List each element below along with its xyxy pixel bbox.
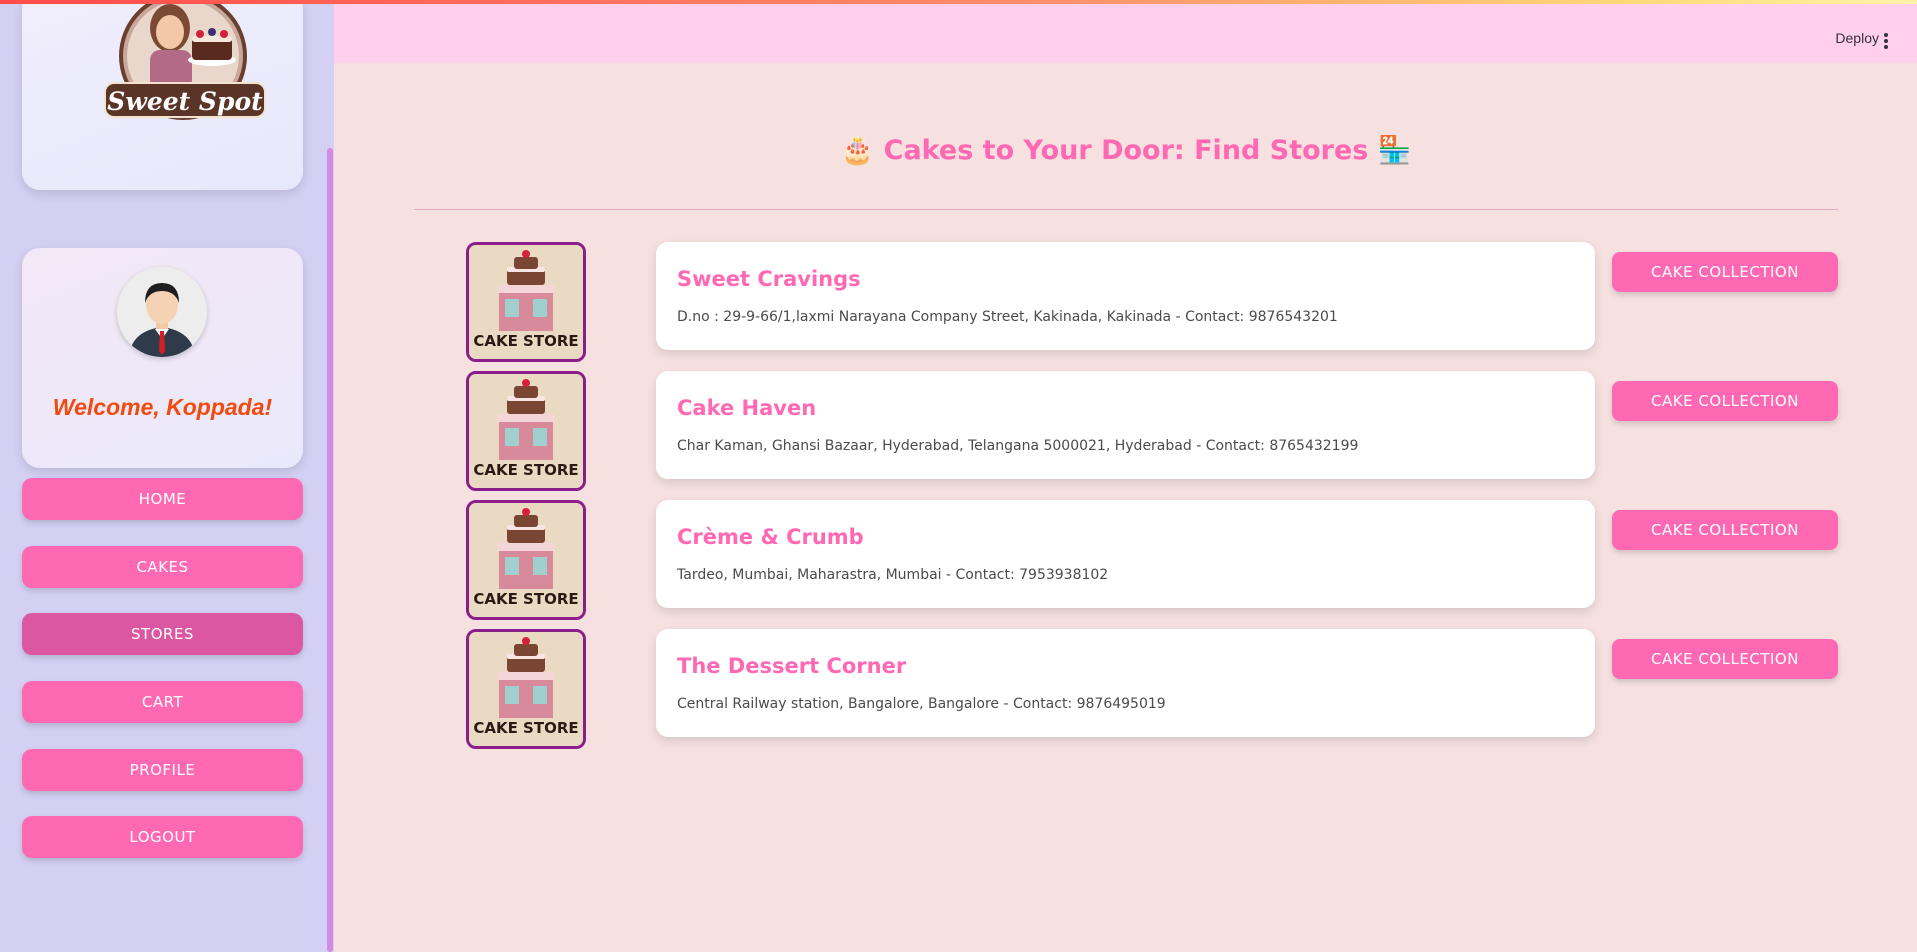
store-card: The Dessert Corner Central Railway stati… xyxy=(656,629,1595,737)
store-card: Cake Haven Char Kaman, Ghansi Bazaar, Hy… xyxy=(656,371,1595,479)
logo-text: Sweet Spot xyxy=(104,82,266,118)
cake-collection-button[interactable]: CAKE COLLECTION xyxy=(1612,381,1838,421)
store-badge-text: CAKE STORE xyxy=(473,590,578,608)
store-name: The Dessert Corner xyxy=(677,654,907,678)
store-address: D.no : 29-9-66/1,laxmi Narayana Company … xyxy=(677,309,1338,325)
page-title: 🎂 Cakes to Your Door: Find Stores 🏪 xyxy=(840,135,1412,166)
store-name: Crème & Crumb xyxy=(677,525,864,549)
store-badge-text: CAKE STORE xyxy=(473,332,578,350)
cake-collection-button[interactable]: CAKE COLLECTION xyxy=(1612,639,1838,679)
store-row: CAKE STORE Cake Haven Char Kaman, Ghansi… xyxy=(0,371,1917,491)
kebab-menu-icon[interactable] xyxy=(1884,33,1888,49)
cake-collection-button[interactable]: CAKE COLLECTION xyxy=(1612,510,1838,550)
cake-store-image: CAKE STORE xyxy=(466,371,586,491)
store-row: CAKE STORE Sweet Cravings D.no : 29-9-66… xyxy=(0,242,1917,362)
store-address: Char Kaman, Ghansi Bazaar, Hyderabad, Te… xyxy=(677,438,1359,454)
cake-store-image: CAKE STORE xyxy=(466,629,586,749)
cake-store-icon: CAKE STORE xyxy=(469,632,583,746)
store-address: Tardeo, Mumbai, Maharastra, Mumbai - Con… xyxy=(677,567,1109,583)
nav-logout-button[interactable]: LOGOUT xyxy=(22,816,303,858)
store-row: CAKE STORE The Dessert Corner Central Ra… xyxy=(0,629,1917,749)
store-address: Central Railway station, Bangalore, Bang… xyxy=(677,696,1166,712)
deploy-button[interactable]: Deploy xyxy=(1835,30,1879,46)
app-header: Deploy xyxy=(334,4,1917,63)
store-card: Sweet Cravings D.no : 29-9-66/1,laxmi Na… xyxy=(656,242,1595,350)
cake-store-image: CAKE STORE xyxy=(466,500,586,620)
nav-profile-button[interactable]: PROFILE xyxy=(22,749,303,791)
store-badge-text: CAKE STORE xyxy=(473,461,578,479)
status-bar-decoration xyxy=(0,0,1917,4)
cake-store-icon: CAKE STORE xyxy=(469,374,583,488)
store-badge-text: CAKE STORE xyxy=(473,719,578,737)
cake-store-icon: CAKE STORE xyxy=(469,503,583,617)
store-name: Cake Haven xyxy=(677,396,817,420)
cake-store-icon: CAKE STORE xyxy=(469,245,583,359)
cake-collection-button[interactable]: CAKE COLLECTION xyxy=(1612,252,1838,292)
store-card: Crème & Crumb Tardeo, Mumbai, Maharastra… xyxy=(656,500,1595,608)
title-divider xyxy=(414,209,1838,210)
store-name: Sweet Cravings xyxy=(677,267,861,291)
logo-card: Sweet Spot xyxy=(22,0,303,190)
store-row: CAKE STORE Crème & Crumb Tardeo, Mumbai,… xyxy=(0,500,1917,620)
cake-store-image: CAKE STORE xyxy=(466,242,586,362)
